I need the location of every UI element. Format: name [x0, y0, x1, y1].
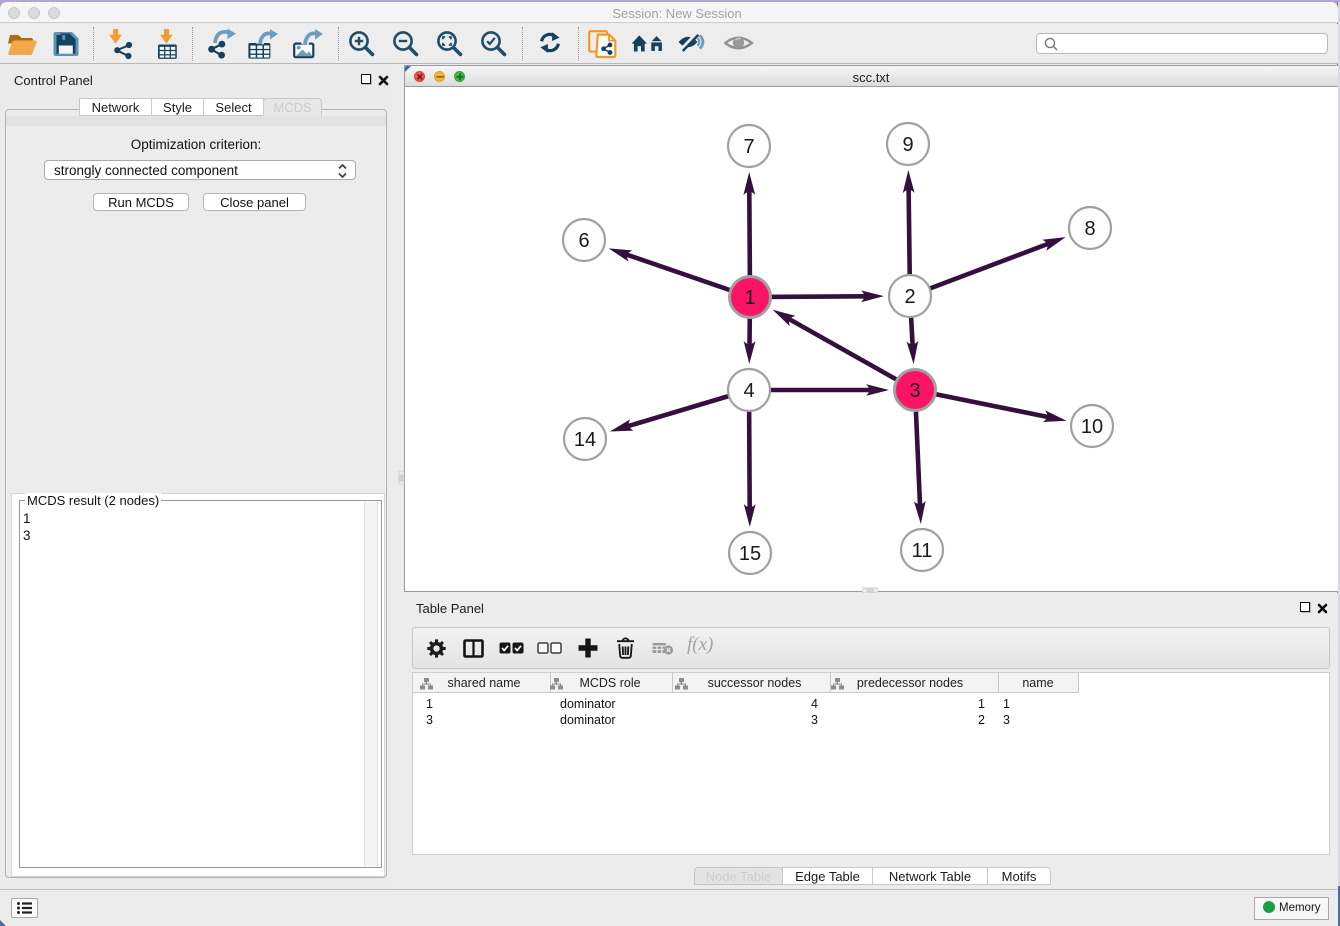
- svg-text:8: 8: [1084, 218, 1095, 240]
- svg-text:14: 14: [574, 429, 596, 451]
- svg-text:15: 15: [739, 543, 761, 565]
- svg-text:1: 1: [744, 287, 755, 309]
- svg-text:10: 10: [1081, 416, 1103, 438]
- svg-text:2: 2: [904, 286, 915, 308]
- svg-text:11: 11: [912, 540, 933, 562]
- svg-text:7: 7: [743, 136, 754, 158]
- svg-text:4: 4: [743, 380, 754, 402]
- svg-text:6: 6: [578, 230, 589, 252]
- svg-text:9: 9: [902, 134, 913, 156]
- svg-text:3: 3: [909, 380, 920, 402]
